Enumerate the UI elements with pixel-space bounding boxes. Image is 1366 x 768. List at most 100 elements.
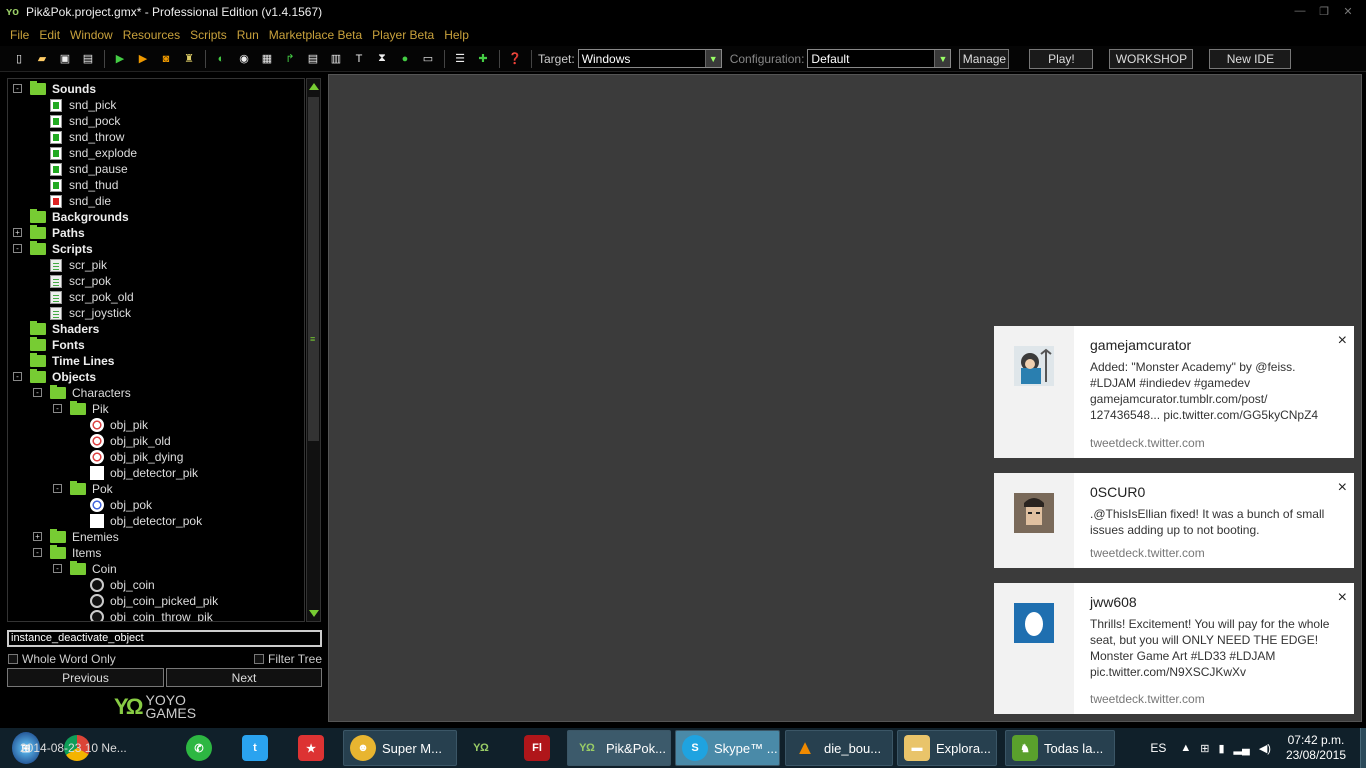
chevron-up-icon[interactable]: ▲ xyxy=(1180,742,1191,754)
whole-word-checkbox[interactable]: Whole Word Only xyxy=(8,652,116,666)
tree-item[interactable]: obj_pok xyxy=(90,497,152,513)
taskbar-app-super-m[interactable]: ☻ Super M... xyxy=(343,730,457,766)
tree-item[interactable]: obj_detector_pok xyxy=(90,513,202,529)
checkbox-box[interactable] xyxy=(8,654,18,664)
menu-resources[interactable]: Resources xyxy=(123,28,180,42)
tree-item[interactable]: Shaders xyxy=(30,321,99,337)
tree-item[interactable]: obj_detector_pik xyxy=(90,465,198,481)
add-object-icon[interactable]: ● xyxy=(396,50,414,68)
clock[interactable]: 07:42 p.m. 23/08/2015 xyxy=(1286,733,1346,763)
windows-flag-icon[interactable]: ⊞ xyxy=(1200,742,1209,755)
tree-item[interactable]: - Pik xyxy=(53,401,109,417)
filter-tree-checkbox[interactable]: Filter Tree xyxy=(254,652,322,666)
tree-item[interactable]: - Pok xyxy=(53,481,113,497)
tree-item[interactable]: - Objects xyxy=(13,369,96,385)
add-room-icon[interactable]: ▭ xyxy=(419,50,437,68)
tree-item[interactable]: + Enemies xyxy=(33,529,119,545)
taskbar-app-skype[interactable]: S Skype™ ... xyxy=(675,730,780,766)
taskbar-flash[interactable]: Fl xyxy=(518,730,556,766)
power-icon[interactable]: ▮ xyxy=(1218,742,1224,755)
run-icon[interactable]: ▶ xyxy=(111,50,129,68)
tree-item[interactable]: obj_coin_throw_pik xyxy=(90,609,213,621)
tree-item[interactable]: snd_pock xyxy=(50,113,120,129)
menu-run[interactable]: Run xyxy=(237,28,259,42)
close-icon[interactable]: × xyxy=(1338,589,1347,607)
tree-item[interactable]: obj_pik xyxy=(90,417,148,433)
tree-scrollbar[interactable]: ≡ xyxy=(306,78,321,622)
tree-item[interactable]: snd_pause xyxy=(50,161,128,177)
network-signal-icon[interactable]: ▂▄ xyxy=(1234,742,1250,755)
notification-source[interactable]: tweetdeck.twitter.com xyxy=(1090,546,1205,560)
minimize-button[interactable]: — xyxy=(1290,4,1310,18)
help-icon[interactable]: ❓ xyxy=(506,50,524,68)
export-icon[interactable]: ▤ xyxy=(79,50,97,68)
tree-item[interactable]: scr_pik xyxy=(50,257,107,273)
menu-edit[interactable]: Edit xyxy=(39,28,60,42)
tree-item[interactable]: scr_pok xyxy=(50,273,111,289)
close-button[interactable]: ✕ xyxy=(1338,4,1358,18)
taskbar-twitter[interactable]: t xyxy=(236,730,274,766)
scroll-thumb[interactable] xyxy=(308,97,319,441)
tree-item[interactable]: obj_coin_picked_pik xyxy=(90,593,218,609)
tree-item[interactable]: - Coin xyxy=(53,561,117,577)
resource-tree[interactable]: - Sounds snd_pick snd_pock snd_throw snd_expl… xyxy=(7,78,305,622)
maximize-button[interactable]: ❐ xyxy=(1314,4,1334,18)
tree-item[interactable]: - Items xyxy=(33,545,101,561)
tree-item[interactable]: snd_thud xyxy=(50,177,118,193)
collapse-icon[interactable]: - xyxy=(13,372,22,381)
collapse-icon[interactable]: - xyxy=(53,484,62,493)
manage-button[interactable]: Manage xyxy=(959,48,1010,69)
add-font-icon[interactable]: T xyxy=(350,50,368,68)
add-sprite-icon[interactable]: ◐ xyxy=(212,50,230,68)
collapse-icon[interactable]: - xyxy=(13,244,22,253)
menu-file[interactable]: File xyxy=(10,28,29,42)
search-input[interactable]: instance_deactivate_object xyxy=(7,630,322,647)
menu-marketplace-beta[interactable]: Marketplace Beta xyxy=(269,28,362,42)
volume-icon[interactable]: ◀) xyxy=(1259,742,1271,755)
add-sound-icon[interactable]: ◉ xyxy=(235,50,253,68)
tree-item[interactable]: Time Lines xyxy=(30,353,114,369)
notification-card[interactable]: gamejamcurator Added: "Monster Academy" … xyxy=(994,326,1354,458)
play-button[interactable]: Play! xyxy=(1029,48,1094,69)
collapse-icon[interactable]: - xyxy=(33,548,42,557)
new-project-icon[interactable]: ▯ xyxy=(10,50,28,68)
clean-icon[interactable]: ♜ xyxy=(180,50,198,68)
tree-item[interactable]: obj_coin xyxy=(90,577,155,593)
show-desktop-button[interactable] xyxy=(1360,728,1366,768)
next-button[interactable]: Next xyxy=(166,668,322,687)
save-icon[interactable]: ▣ xyxy=(56,50,74,68)
add-shader-icon[interactable]: ▥ xyxy=(327,50,345,68)
open-project-icon[interactable]: ▰ xyxy=(33,50,51,68)
scroll-down-icon[interactable] xyxy=(309,610,319,617)
scroll-up-icon[interactable] xyxy=(309,83,319,90)
add-path-icon[interactable]: ↱ xyxy=(281,50,299,68)
tree-item[interactable]: Fonts xyxy=(30,337,85,353)
notification-card[interactable]: jww608 Thrills! Excitement! You will pay… xyxy=(994,583,1354,714)
notification-card[interactable]: 0SCUR0 .@ThisIsEllian fixed! It was a bu… xyxy=(994,473,1354,568)
tree-item[interactable]: scr_pok_old xyxy=(50,289,134,305)
taskbar-gamemaker[interactable]: ΥΩ xyxy=(462,730,500,766)
debug-icon[interactable]: ▶ xyxy=(134,50,152,68)
close-icon[interactable]: × xyxy=(1338,332,1347,350)
tree-item[interactable]: obj_pik_dying xyxy=(90,449,183,465)
tree-item[interactable]: scr_joystick xyxy=(50,305,131,321)
language-indicator[interactable]: ES xyxy=(1150,741,1166,755)
taskbar-app-evernote[interactable]: ♞ Todas la... xyxy=(1005,730,1115,766)
close-icon[interactable]: × xyxy=(1338,479,1347,497)
taskbar-app-vlc[interactable]: ▲ die_bou... xyxy=(785,730,893,766)
target-select[interactable]: Windows ▼ xyxy=(577,49,722,68)
tree-item[interactable]: - Scripts xyxy=(13,241,93,257)
tree-item[interactable]: Backgrounds xyxy=(30,209,129,225)
tree-item[interactable]: - Characters xyxy=(33,385,131,401)
collapse-icon[interactable]: - xyxy=(33,388,42,397)
add-timeline-icon[interactable]: ⧗ xyxy=(373,50,391,68)
add-background-icon[interactable]: ▦ xyxy=(258,50,276,68)
collapse-icon[interactable]: - xyxy=(53,564,62,573)
previous-button[interactable]: Previous xyxy=(7,668,164,687)
menu-scripts[interactable]: Scripts xyxy=(190,28,227,42)
tree-item[interactable]: - Sounds xyxy=(13,81,96,97)
taskbar-chrome[interactable]: 2014-08-23 10 Ne... xyxy=(20,730,168,766)
tree-item[interactable]: snd_die xyxy=(50,193,111,209)
tree-item[interactable]: + Paths xyxy=(13,225,85,241)
taskbar-app-pikpok[interactable]: ΥΩ Pik&Pok... xyxy=(567,730,671,766)
